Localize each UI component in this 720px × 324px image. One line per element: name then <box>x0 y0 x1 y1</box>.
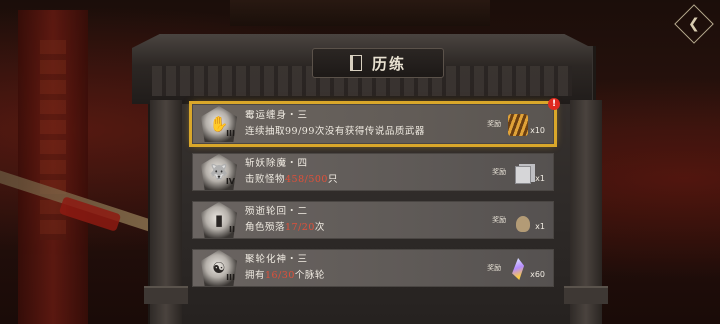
tombstone-icon: ▮ II <box>201 202 237 238</box>
reward-label: 奖励 <box>487 264 502 272</box>
reward-label: 奖励 <box>487 120 502 128</box>
title-plaque: 历练 <box>312 48 444 78</box>
arrows-icon <box>507 112 529 136</box>
task-row[interactable]: ☯ III 聚轮化神・三 拥有16/30个脉轮 奖励 x60 <box>192 249 554 287</box>
background-eave <box>230 0 490 26</box>
book-icon <box>349 55 362 71</box>
cards-icon <box>512 160 534 184</box>
reward-count: x10 <box>530 125 545 135</box>
task-reward[interactable]: 奖励 x1 <box>492 160 545 184</box>
task-reward[interactable]: 奖励 x10 <box>487 112 545 136</box>
yin-yang-icon: ☯ III <box>201 250 237 286</box>
reward-label: 奖励 <box>492 168 507 176</box>
task-desc: 拥有16/30个脉轮 <box>245 270 325 281</box>
task-desc: 角色殒落17/20次 <box>245 222 325 233</box>
crystal-icon <box>507 256 529 280</box>
page-title: 历练 <box>371 54 406 73</box>
task-reward[interactable]: 奖励 x1 <box>492 208 545 232</box>
task-list: ✋ III 霉运缠身・三 连续抽取99/99次没有获得传说品质武器 奖励 x10 … <box>189 98 560 297</box>
task-name: 聚轮化神・三 <box>245 254 309 265</box>
task-row[interactable]: ▮ II 殒逝轮回・二 角色殒落17/20次 奖励 x1 <box>192 201 554 239</box>
reward-count: x60 <box>530 269 545 279</box>
red-pillar-decoration <box>18 10 88 324</box>
task-reward[interactable]: 奖励 x60 <box>487 256 545 280</box>
reward-count: x1 <box>535 221 545 231</box>
task-desc: 击败怪物458/500只 <box>245 174 338 185</box>
reward-count: x1 <box>535 173 545 183</box>
task-row[interactable]: 🐺 IV 斩妖除魔・四 击败怪物458/500只 奖励 x1 <box>192 153 554 191</box>
task-name: 霉运缠身・三 <box>245 110 309 121</box>
task-name: 斩妖除魔・四 <box>245 158 309 169</box>
hand-icon: ✋ III <box>201 106 237 142</box>
right-pillar <box>564 100 608 324</box>
task-row[interactable]: ✋ III 霉运缠身・三 连续抽取99/99次没有获得传说品质武器 奖励 x10 … <box>189 98 560 147</box>
alert-badge: ! <box>548 98 560 110</box>
bag-icon <box>512 208 534 232</box>
beast-icon: 🐺 IV <box>201 154 237 190</box>
left-pillar <box>144 100 188 324</box>
task-desc: 连续抽取99/99次没有获得传说品质武器 <box>245 126 425 137</box>
reward-label: 奖励 <box>492 216 507 224</box>
task-name: 殒逝轮回・二 <box>245 206 309 217</box>
back-arrow-icon: ❮ <box>688 15 700 32</box>
